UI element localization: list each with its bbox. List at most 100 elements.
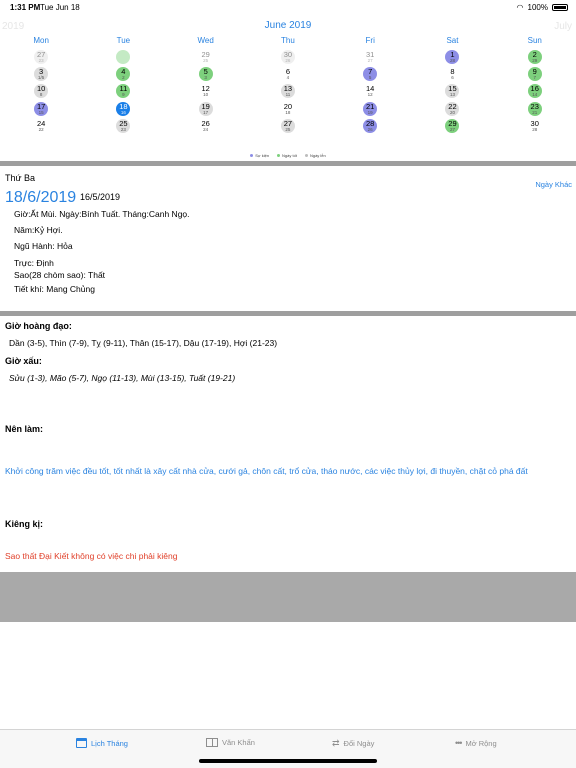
calendar-day[interactable]: 11 9 [82, 83, 164, 100]
calendar-day[interactable]: 14 12 [329, 83, 411, 100]
calendar-day[interactable]: 31 27 [329, 49, 411, 66]
calendar-day[interactable]: 1 28 [411, 49, 493, 66]
calendar-day[interactable]: 15 13 [411, 83, 493, 100]
week-row: 10 8 11 9 12 10 13 11 14 12 15 13 16 14 [0, 83, 576, 100]
day-marker: 16 14 [527, 84, 542, 99]
day-number: 8 [450, 67, 455, 77]
calendar-day[interactable]: 26 24 [165, 118, 247, 135]
calendar-day[interactable]: 21 19 [329, 101, 411, 118]
day-marker: 14 12 [363, 84, 377, 98]
calendar-day[interactable]: 19 17 [165, 101, 247, 118]
calendar-day[interactable]: 3 1/5 [0, 66, 82, 83]
calendar-day[interactable]: 75 [329, 66, 411, 83]
calendar-day[interactable]: 20 18 [247, 101, 329, 118]
calendar-day[interactable]: 24 22 [0, 118, 82, 135]
day-marker: 31 27 [363, 50, 377, 64]
lunar-day-number: 1/5 [37, 75, 45, 81]
lunar-day-number: 2 [122, 75, 125, 81]
day-marker: 1 28 [445, 50, 460, 64]
tab-month-calendar[interactable]: Lịch Tháng [76, 738, 128, 748]
day-marker: 22 20 [445, 101, 460, 116]
day-number: 16 [530, 84, 539, 94]
weekday-label: Tue [116, 36, 131, 45]
day-marker: 11 9 [116, 84, 131, 99]
next-month-button[interactable]: July [554, 21, 572, 32]
lunar-day-number: 20 [449, 109, 455, 115]
lunar-day-number: 7 [533, 75, 536, 81]
lunar-day-number: 10 [203, 92, 209, 98]
day-marker: 64 [281, 67, 295, 81]
day-number: 9 [532, 67, 537, 77]
calendar-day[interactable]: 29 25 [165, 49, 247, 66]
day-number: 27 [36, 50, 46, 59]
day-number: 29 [448, 118, 457, 128]
lunar-day-number: 13 [449, 92, 455, 98]
calendar-day[interactable]: 53 [165, 66, 247, 83]
day-marker: 97 [527, 67, 542, 82]
day-marker [116, 50, 131, 64]
calendar-day[interactable]: 64 [247, 66, 329, 83]
calendar-day[interactable]: 17 15 [0, 101, 82, 118]
weekday-header: Mon Tue Wed Thu Fri Sat Sun [0, 36, 576, 48]
lunar-day-number: 17 [203, 109, 209, 115]
info-year: Năm:Kỷ Hợi. [14, 225, 63, 236]
should-do-text: Khởi công trăm việc đều tốt, tốt nhất là… [5, 466, 528, 476]
ad-placeholder [0, 572, 576, 622]
calendar-day[interactable]: 97 [494, 66, 576, 83]
day-number: 7 [368, 67, 373, 77]
day-marker: 29 25 [199, 50, 213, 64]
day-number: 6 [285, 67, 290, 77]
month-title: June 2019 [264, 20, 312, 31]
day-marker: 53 [198, 67, 213, 82]
calendar-day[interactable]: 18 16 [82, 101, 164, 118]
lunar-day-number: 12 [367, 92, 373, 98]
week-row: 24 22 25 23 26 24 27 25 28 26 29 27 30 28 [0, 118, 576, 135]
tab-prayers[interactable]: Văn Khấn [206, 738, 255, 747]
calendar-day[interactable]: 27 25 [247, 118, 329, 135]
calendar-day[interactable]: 16 14 [494, 83, 576, 100]
avoid-text: Sao thất Đại Kiết không có việc chi phải… [5, 551, 178, 561]
calendar-day[interactable]: 12 10 [165, 83, 247, 100]
calendar-day[interactable]: 29 27 [411, 118, 493, 135]
calendar-day[interactable]: 10 8 [0, 83, 82, 100]
day-marker: 15 13 [445, 84, 460, 99]
calendar-day[interactable]: 2 29 [494, 49, 576, 66]
day-info: Giờ:Ất Mùi. Ngày:Bính Tuất. Tháng:Canh N… [14, 209, 190, 300]
calendar-day[interactable]: 42 [82, 66, 164, 83]
calendar-day[interactable]: 23 21 [494, 101, 576, 118]
status-time: 1:31 PM [10, 3, 41, 12]
lunar-day-number: 5 [368, 75, 372, 81]
lunar-day-number: 29 [532, 58, 538, 63]
day-marker: 29 27 [445, 118, 460, 133]
calendar-day[interactable]: 28 26 [329, 118, 411, 135]
tab-label: Đổi Ngày [343, 739, 375, 748]
day-number: 30 [283, 50, 293, 59]
legend-label: Sự kiện [255, 153, 270, 158]
day-marker: 12 10 [199, 84, 213, 98]
day-marker: 75 [363, 67, 378, 82]
day-number: 29 [201, 50, 210, 59]
lunar-day-number: 26 [285, 58, 291, 63]
day-number: 2 [532, 50, 537, 59]
calendar-day[interactable] [82, 49, 164, 66]
day-number: 1 [450, 50, 455, 59]
other-day-link[interactable]: Ngày Khác [535, 180, 572, 189]
calendar-day[interactable]: 27 23 [0, 49, 82, 66]
calendar-day[interactable]: 22 20 [411, 101, 493, 118]
info-hour-day-month: Giờ:Ất Mùi. Ngày:Bính Tuất. Tháng:Canh N… [14, 209, 190, 219]
battery-icon [552, 4, 568, 11]
tab-more[interactable]: ••• Mở Rộng [455, 738, 497, 748]
calendar-day[interactable]: 86 [411, 66, 493, 83]
day-number: 24 [36, 118, 46, 128]
tab-convert-date[interactable]: ⇄ Đổi Ngày [332, 738, 374, 749]
calendar-day[interactable]: 13 11 [247, 83, 329, 100]
calendar-day[interactable]: 25 23 [82, 118, 164, 135]
day-marker: 42 [116, 67, 131, 82]
info-element: Ngũ Hành: Hỏa [14, 241, 73, 252]
day-marker: 30 28 [528, 119, 542, 133]
day-marker: 21 19 [363, 101, 378, 116]
day-number: 4 [121, 67, 126, 77]
weekday-label: Fri [365, 36, 375, 45]
calendar-day[interactable]: 30 28 [494, 118, 576, 135]
calendar-day[interactable]: 30 26 [247, 49, 329, 66]
